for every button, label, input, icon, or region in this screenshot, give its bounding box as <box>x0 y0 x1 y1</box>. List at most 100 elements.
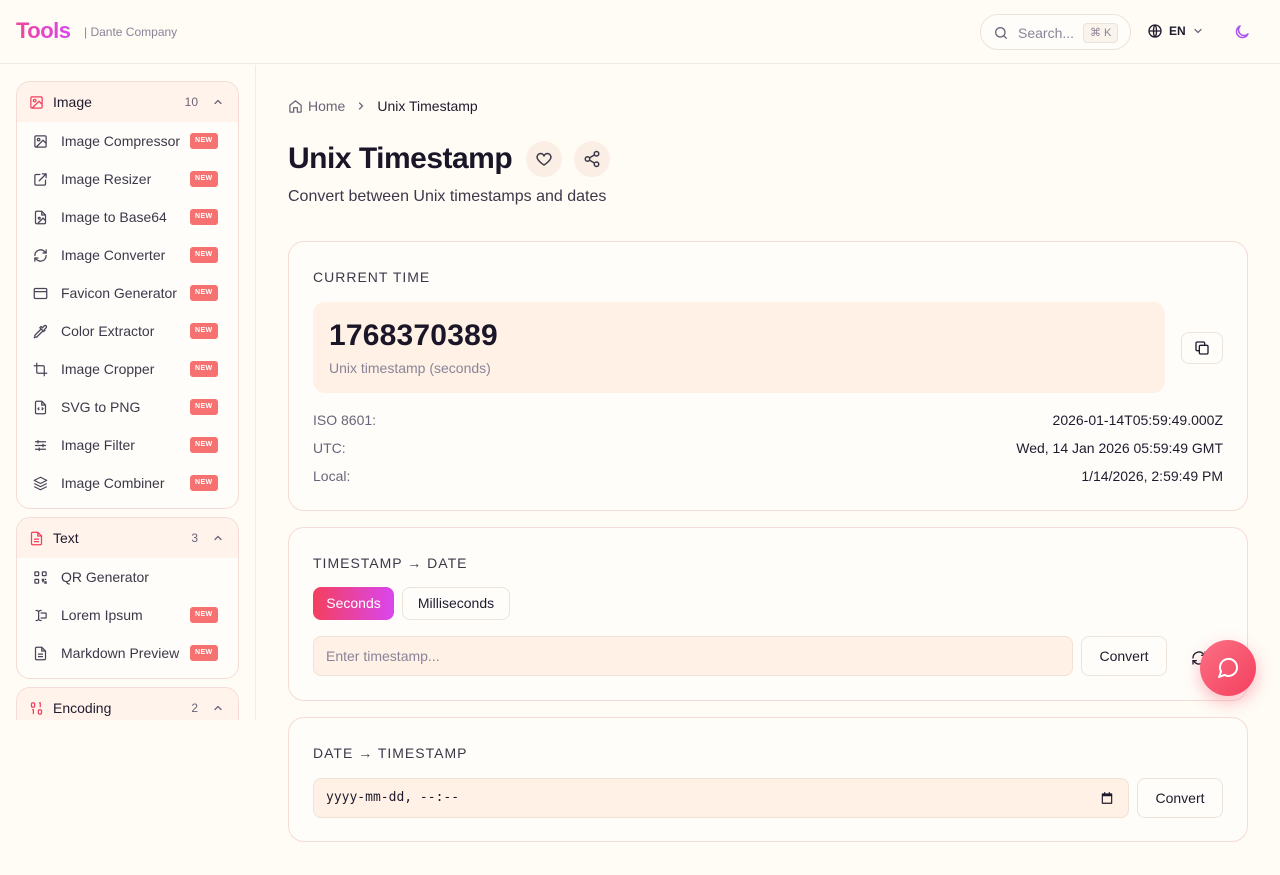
language-selector[interactable]: EN <box>1147 23 1204 39</box>
group-name: Image <box>53 94 92 110</box>
card-title: DATE → TIMESTAMP <box>313 745 468 761</box>
new-badge: NEW <box>190 323 218 339</box>
sidebar-item-image-compressor[interactable]: Image Compressor NEW <box>17 122 238 160</box>
sidebar-item-label: Image Filter <box>61 437 135 453</box>
file-text-icon <box>29 531 44 546</box>
unit-seconds-toggle[interactable]: Seconds <box>313 587 394 620</box>
new-badge: NEW <box>190 171 218 187</box>
timestamp-input[interactable]: Enter timestamp... <box>313 636 1073 676</box>
datetime-placeholder: yyyy-mm-dd, --:-- <box>326 790 460 805</box>
copy-button[interactable] <box>1181 332 1223 364</box>
calendar-icon[interactable] <box>1100 791 1114 805</box>
sidebar-item-label: Image Compressor <box>61 133 181 149</box>
group-count: 2 <box>191 701 198 715</box>
share-button[interactable] <box>574 141 610 177</box>
row-key: ISO 8601: <box>313 412 377 428</box>
text-cursor-icon <box>33 608 48 623</box>
chat-button[interactable] <box>1200 640 1256 696</box>
current-timestamp-box: 1768370389 Unix timestamp (seconds) <box>313 302 1165 393</box>
new-badge: NEW <box>190 285 218 301</box>
sidebar-group-header-text[interactable]: Text 3 <box>17 518 238 558</box>
datetime-input[interactable]: yyyy-mm-dd, --:-- <box>313 778 1129 818</box>
sidebar-group-image: Image 10 Image Compressor NEW Image Resi… <box>16 81 239 509</box>
chevron-right-icon <box>355 100 367 112</box>
sidebar-item-svg-to-png[interactable]: SVG to PNG NEW <box>17 388 238 426</box>
top-header: Tools | Dante Company Search... ⌘ K EN <box>0 0 1280 64</box>
file-code-icon <box>33 400 48 415</box>
convert-timestamp-button[interactable]: Convert <box>1081 636 1167 676</box>
local-row: Local: 1/14/2026, 2:59:49 PM <box>313 468 1223 488</box>
sidebar-item-markdown-preview[interactable]: Markdown Preview NEW <box>17 634 238 672</box>
share-icon <box>583 150 601 168</box>
resize-icon <box>33 172 48 187</box>
file-text-icon <box>33 646 48 661</box>
row-value: 2026-01-14T05:59:49.000Z <box>1052 412 1223 428</box>
sidebar-item-lorem-ipsum[interactable]: Lorem Ipsum NEW <box>17 596 238 634</box>
sidebar-item-color-extractor[interactable]: Color Extractor NEW <box>17 312 238 350</box>
sidebar-group-encoding: Encoding 2 <box>16 687 239 720</box>
sidebar: Image 10 Image Compressor NEW Image Resi… <box>0 65 256 720</box>
heart-icon <box>535 150 553 168</box>
home-icon <box>288 99 303 114</box>
sidebar-item-label: Image to Base64 <box>61 209 167 225</box>
row-value: 1/14/2026, 2:59:49 PM <box>1081 468 1223 484</box>
qr-code-icon <box>33 570 48 585</box>
sidebar-item-label: Color Extractor <box>61 323 155 339</box>
new-badge: NEW <box>190 399 218 415</box>
sidebar-item-label: Image Combiner <box>61 475 165 491</box>
sidebar-item-image-combiner[interactable]: Image Combiner NEW <box>17 464 238 502</box>
row-value: Wed, 14 Jan 2026 05:59:49 GMT <box>1016 440 1223 456</box>
sidebar-item-favicon-generator[interactable]: Favicon Generator NEW <box>17 274 238 312</box>
new-badge: NEW <box>190 645 218 661</box>
binary-icon <box>29 701 44 716</box>
new-badge: NEW <box>190 133 218 149</box>
sidebar-item-label: SVG to PNG <box>61 399 141 415</box>
new-badge: NEW <box>190 607 218 623</box>
unit-milliseconds-toggle[interactable]: Milliseconds <box>402 587 510 620</box>
search-box[interactable]: Search... ⌘ K <box>980 14 1131 50</box>
group-count: 10 <box>184 95 198 109</box>
search-shortcut: ⌘ K <box>1083 23 1119 43</box>
company-name: | Dante Company <box>84 25 178 39</box>
new-badge: NEW <box>190 475 218 491</box>
sidebar-item-label: Lorem Ipsum <box>61 607 143 623</box>
sidebar-item-image-converter[interactable]: Image Converter NEW <box>17 236 238 274</box>
search-icon <box>993 25 1009 41</box>
sliders-icon <box>33 438 48 453</box>
timestamp-to-date-card: TIMESTAMP → DATE Seconds Milliseconds En… <box>288 527 1248 701</box>
new-badge: NEW <box>190 247 218 263</box>
chevron-up-icon[interactable] <box>212 702 224 714</box>
sidebar-item-image-cropper[interactable]: Image Cropper NEW <box>17 350 238 388</box>
new-badge: NEW <box>190 437 218 453</box>
iso-row: ISO 8601: 2026-01-14T05:59:49.000Z <box>313 412 1223 432</box>
theme-toggle-moon-icon[interactable] <box>1233 23 1251 41</box>
breadcrumb-home[interactable]: Home <box>288 98 345 114</box>
sidebar-item-image-resizer[interactable]: Image Resizer NEW <box>17 160 238 198</box>
sidebar-item-image-to-base64[interactable]: Image to Base64 NEW <box>17 198 238 236</box>
breadcrumb-current: Unix Timestamp <box>377 98 478 114</box>
message-circle-icon <box>1216 656 1240 680</box>
breadcrumb: Home Unix Timestamp <box>288 98 478 114</box>
current-timestamp-label: Unix timestamp (seconds) <box>329 360 491 376</box>
convert-date-button[interactable]: Convert <box>1137 778 1223 818</box>
current-timestamp-value: 1768370389 <box>329 319 498 352</box>
sidebar-group-header-image[interactable]: Image 10 <box>17 82 238 122</box>
browser-window-icon <box>33 286 48 301</box>
chevron-up-icon[interactable] <box>212 96 224 108</box>
sidebar-item-label: Image Converter <box>61 247 166 263</box>
sidebar-group-header-encoding[interactable]: Encoding 2 <box>17 688 238 720</box>
sidebar-item-qr-generator[interactable]: QR Generator <box>17 558 238 596</box>
image-compress-icon <box>33 134 48 149</box>
group-count: 3 <box>191 531 198 545</box>
sidebar-item-label: Image Cropper <box>61 361 155 377</box>
file-image-icon <box>33 210 48 225</box>
row-key: Local: <box>313 468 351 484</box>
favorite-button[interactable] <box>526 141 562 177</box>
sidebar-item-image-filter[interactable]: Image Filter NEW <box>17 426 238 464</box>
refresh-icon <box>33 248 48 263</box>
card-title: CURRENT TIME <box>313 269 431 285</box>
app-logo[interactable]: Tools <box>16 18 71 44</box>
chevron-up-icon[interactable] <box>212 532 224 544</box>
new-badge: NEW <box>190 361 218 377</box>
language-code: EN <box>1169 24 1186 38</box>
